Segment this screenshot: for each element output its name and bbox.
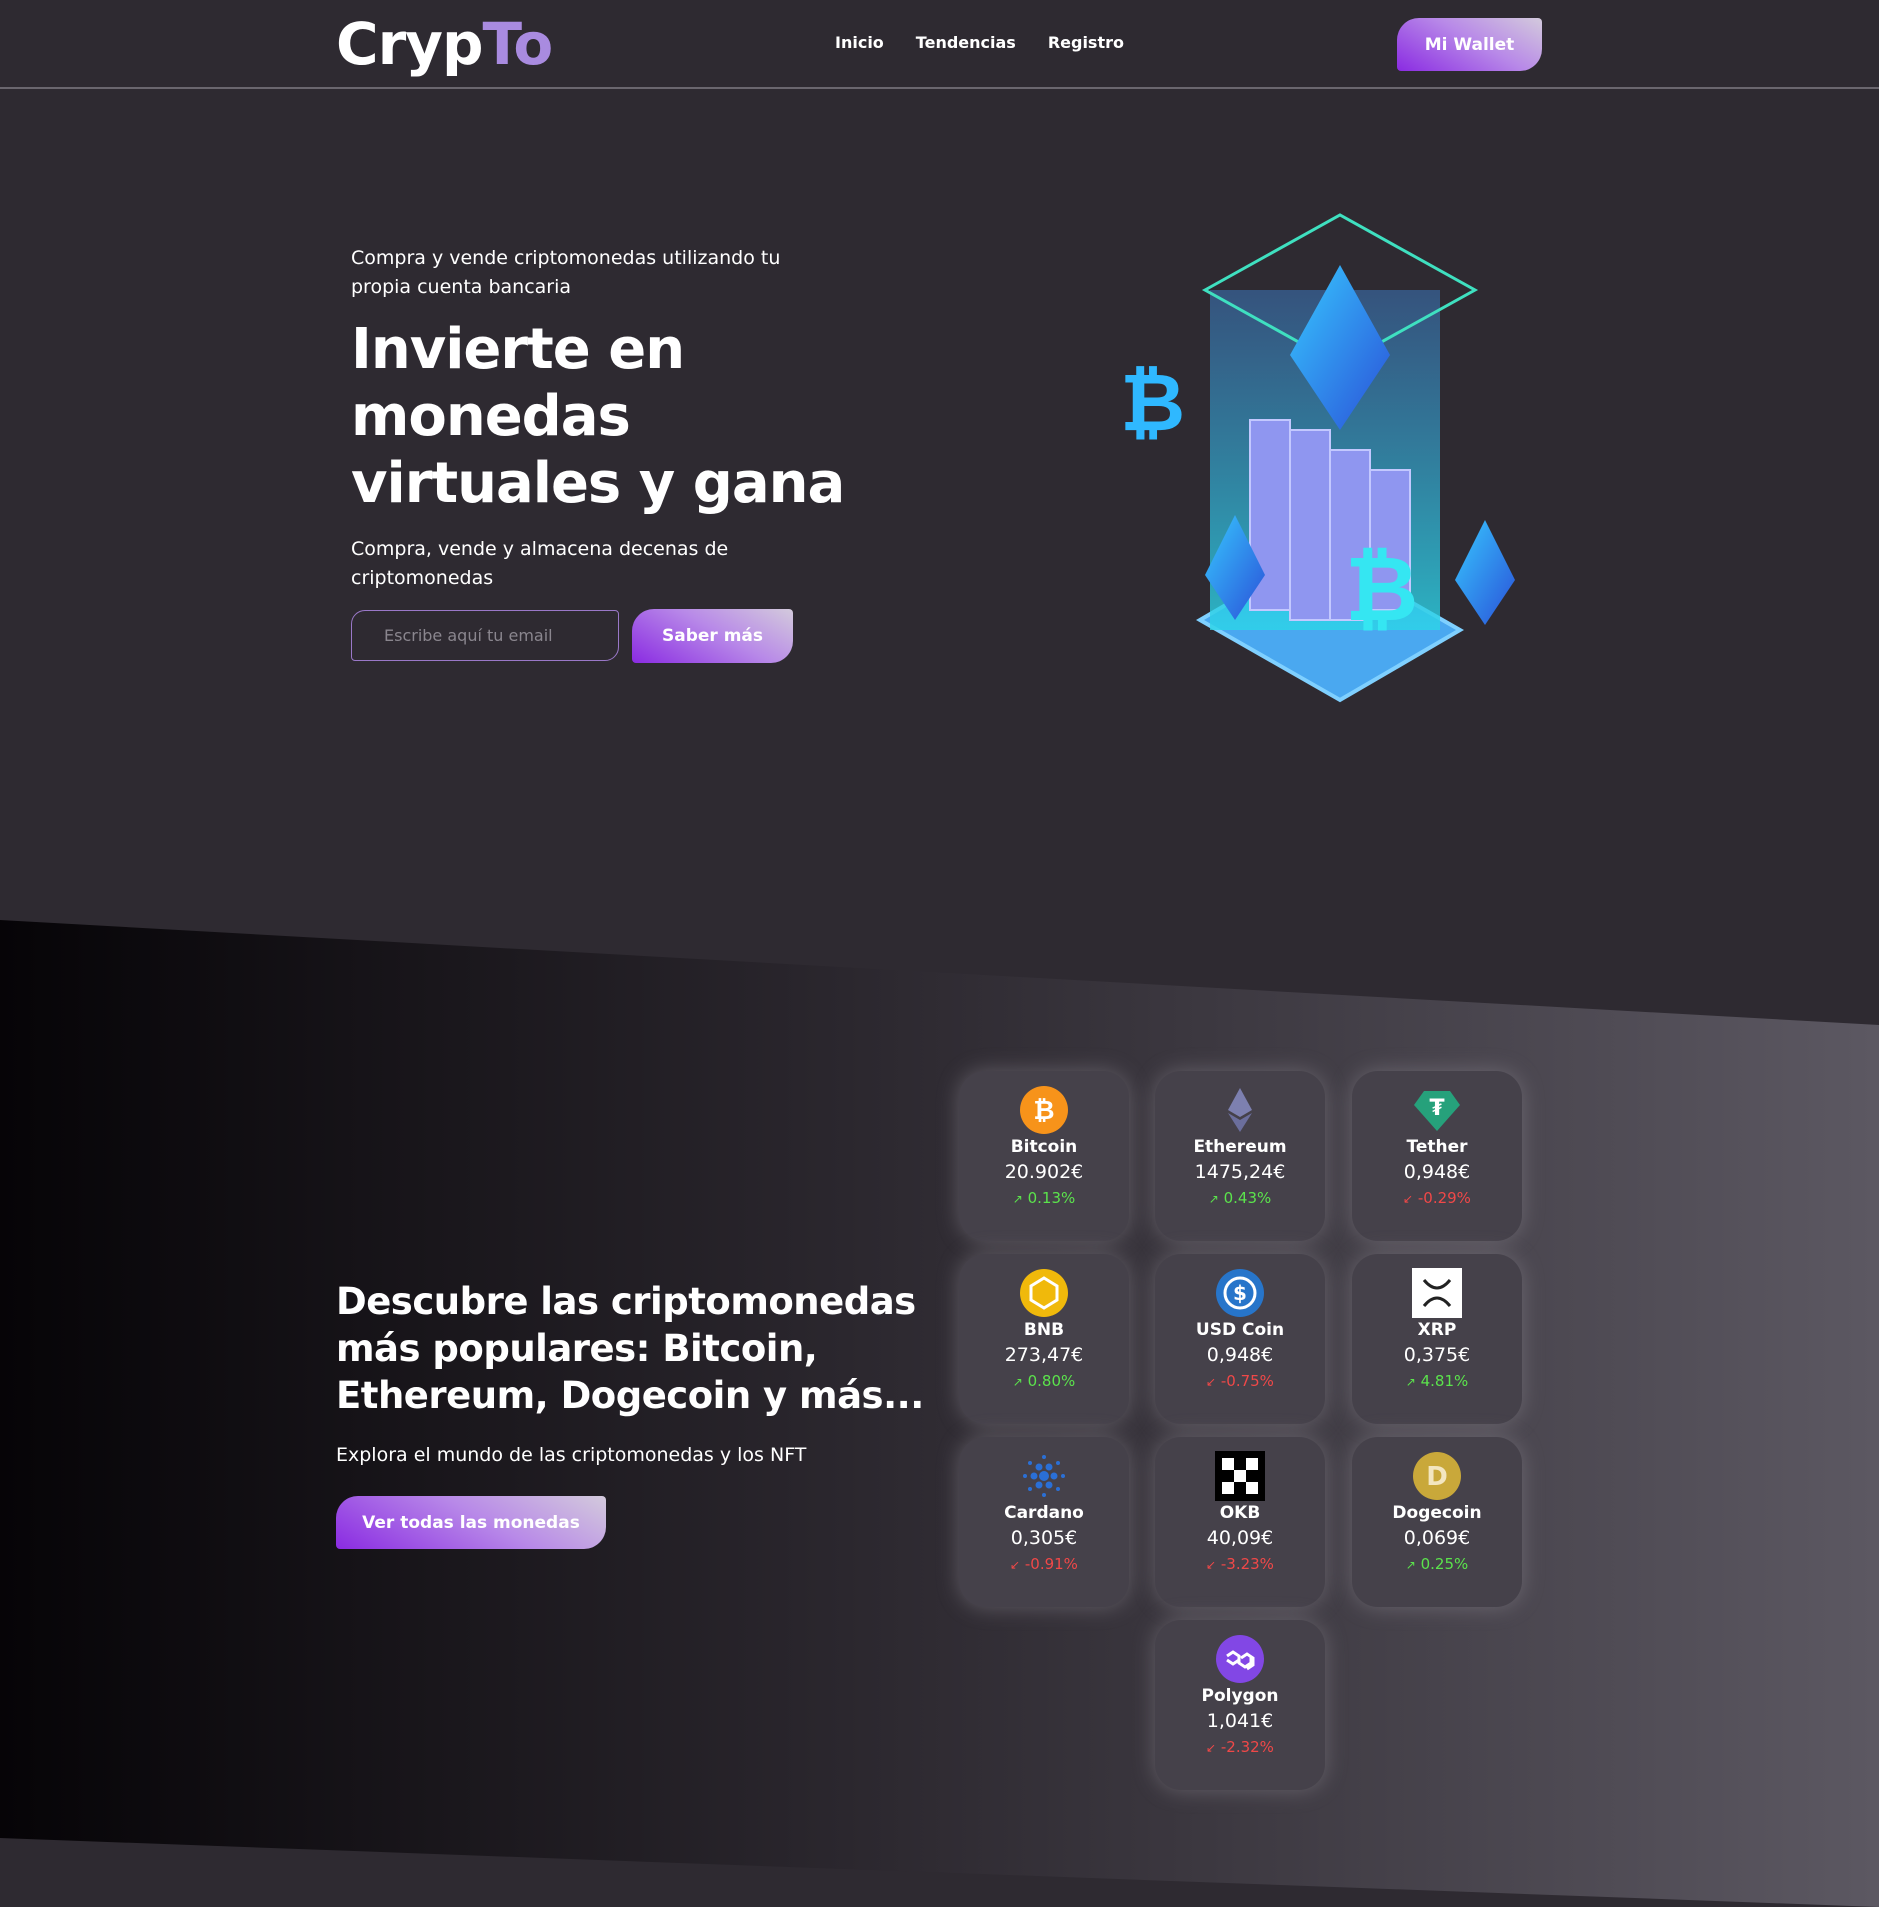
ethereum-icon bbox=[1228, 1088, 1252, 1132]
coin-price: 1475,24€ bbox=[1194, 1161, 1286, 1183]
coin-card-polygon[interactable]: Polygon 1,041€ ↙ -2.32% bbox=[1155, 1620, 1325, 1790]
coin-price: 0,305€ bbox=[1010, 1527, 1078, 1549]
logo-accent: To bbox=[482, 10, 554, 78]
cardano-icon bbox=[1023, 1455, 1065, 1497]
arrow-down-left-icon: ↙ bbox=[1010, 1558, 1021, 1572]
nav-inicio[interactable]: Inicio bbox=[835, 33, 884, 52]
main-nav: Inicio Tendencias Registro bbox=[835, 33, 1124, 52]
svg-text:₮: ₮ bbox=[1429, 1096, 1445, 1121]
popular-section-bg bbox=[0, 920, 1879, 1907]
coin-change: ↙ -0.29% bbox=[1352, 1189, 1522, 1207]
coin-name: Cardano bbox=[1004, 1503, 1084, 1523]
coin-change-value: 0.43% bbox=[1223, 1189, 1272, 1207]
coin-change: ↗ 0.43% bbox=[1155, 1189, 1325, 1207]
popular-text: Explora el mundo de las criptomonedas y … bbox=[336, 1444, 807, 1466]
coin-change-value: -2.32% bbox=[1220, 1738, 1274, 1756]
arrow-up-right-icon: ↗ bbox=[1012, 1375, 1023, 1389]
saber-mas-button[interactable]: Saber más bbox=[632, 609, 793, 663]
coin-price: 40,09€ bbox=[1206, 1527, 1274, 1549]
bitcoin-3d-icon: ₿ bbox=[1345, 537, 1418, 642]
coin-price: 0,069€ bbox=[1403, 1527, 1471, 1549]
nav-tendencias[interactable]: Tendencias bbox=[916, 33, 1016, 52]
coin-card-usd-coin[interactable]: $ USD Coin 0,948€ ↙ -0.75% bbox=[1155, 1254, 1325, 1424]
hero-subtitle: Compra y vende criptomonedas utilizando … bbox=[351, 247, 781, 298]
xrp-icon bbox=[1412, 1268, 1462, 1318]
coin-name: USD Coin bbox=[1195, 1320, 1285, 1340]
arrow-down-left-icon: ↙ bbox=[1206, 1741, 1217, 1755]
coin-change-value: 0.13% bbox=[1027, 1189, 1076, 1207]
arrow-up-right-icon: ↗ bbox=[1405, 1375, 1416, 1389]
coin-price: 0,948€ bbox=[1403, 1161, 1471, 1183]
coin-change-value: -0.75% bbox=[1220, 1372, 1274, 1390]
polygon-icon bbox=[1216, 1635, 1264, 1683]
coin-change: ↗ 4.81% bbox=[1352, 1372, 1522, 1390]
coin-card-cardano[interactable]: Cardano 0,305€ ↙ -0.91% bbox=[959, 1437, 1129, 1607]
coin-name: Bitcoin bbox=[1010, 1137, 1078, 1157]
dogecoin-icon: D bbox=[1413, 1452, 1461, 1500]
svg-text:₿: ₿ bbox=[1033, 1096, 1054, 1126]
coin-price: 0,948€ bbox=[1206, 1344, 1274, 1366]
coin-name: Dogecoin bbox=[1392, 1503, 1482, 1523]
coin-price: 0,375€ bbox=[1403, 1344, 1471, 1366]
coin-card-ethereum[interactable]: Ethereum 1475,24€ ↗ 0.43% bbox=[1155, 1071, 1325, 1241]
svg-text:D: D bbox=[1426, 1462, 1448, 1492]
coin-change-value: 0.25% bbox=[1420, 1555, 1469, 1573]
coin-card-dogecoin[interactable]: D Dogecoin 0,069€ ↗ 0.25% bbox=[1352, 1437, 1522, 1607]
tether-icon: ₮ bbox=[1414, 1091, 1460, 1131]
logo-text: Cryp bbox=[336, 10, 483, 78]
coin-change-value: 0.80% bbox=[1027, 1372, 1076, 1390]
hero-title: Invierte en monedas virtuales y gana bbox=[351, 317, 845, 516]
nav-registro[interactable]: Registro bbox=[1048, 33, 1124, 52]
coin-change: ↙ -0.75% bbox=[1155, 1372, 1325, 1390]
hero-text: Compra, vende y almacena decenas de crip… bbox=[351, 538, 729, 589]
logo[interactable]: CrypTo bbox=[336, 10, 554, 78]
usd-coin-icon: $ bbox=[1216, 1269, 1264, 1317]
coin-change: ↗ 0.13% bbox=[959, 1189, 1129, 1207]
coin-name: BNB bbox=[1023, 1320, 1065, 1340]
coin-name: XRP bbox=[1417, 1320, 1457, 1340]
arrow-up-right-icon: ↗ bbox=[1012, 1192, 1023, 1206]
coin-change-value: -0.29% bbox=[1417, 1189, 1471, 1207]
coin-change: ↙ -0.91% bbox=[959, 1555, 1129, 1573]
coin-card-tether[interactable]: ₮ Tether 0,948€ ↙ -0.29% bbox=[1352, 1071, 1522, 1241]
coin-card-okb[interactable]: OKB 40,09€ ↙ -3.23% bbox=[1155, 1437, 1325, 1607]
bitcoin-float-icon: ₿ bbox=[1120, 356, 1185, 449]
coin-change: ↙ -3.23% bbox=[1155, 1555, 1325, 1573]
site-header: CrypTo Inicio Tendencias Registro Mi Wal… bbox=[0, 0, 1879, 89]
arrow-down-left-icon: ↙ bbox=[1403, 1192, 1414, 1206]
arrow-down-left-icon: ↙ bbox=[1206, 1558, 1217, 1572]
coin-card-xrp[interactable]: XRP 0,375€ ↗ 4.81% bbox=[1352, 1254, 1522, 1424]
coin-card-bnb[interactable]: BNB 273,47€ ↗ 0.80% bbox=[959, 1254, 1129, 1424]
coin-name: Ethereum bbox=[1193, 1137, 1287, 1157]
coin-price: 273,47€ bbox=[1004, 1344, 1084, 1366]
coin-change-value: -3.23% bbox=[1220, 1555, 1274, 1573]
crypto-illustration: ₿ ₿ bbox=[1120, 213, 1515, 703]
svg-text:$: $ bbox=[1233, 1281, 1247, 1305]
coin-name: Polygon bbox=[1201, 1686, 1279, 1706]
bitcoin-icon: ₿ bbox=[1020, 1086, 1068, 1134]
okb-icon bbox=[1215, 1451, 1265, 1501]
popular-title: Descubre las criptomonedas más populares… bbox=[336, 1280, 924, 1417]
coin-change: ↙ -2.32% bbox=[1155, 1738, 1325, 1756]
wallet-button[interactable]: Mi Wallet bbox=[1397, 18, 1542, 71]
ver-monedas-button[interactable]: Ver todas las monedas bbox=[336, 1496, 606, 1549]
coin-card-bitcoin[interactable]: ₿ Bitcoin 20.902€ ↗ 0.13% bbox=[959, 1071, 1129, 1241]
bnb-icon bbox=[1020, 1269, 1068, 1317]
coin-change-value: -0.91% bbox=[1024, 1555, 1078, 1573]
coin-price: 20.902€ bbox=[1004, 1161, 1084, 1183]
coin-change: ↗ 0.80% bbox=[959, 1372, 1129, 1390]
arrow-down-left-icon: ↙ bbox=[1206, 1375, 1217, 1389]
arrow-up-right-icon: ↗ bbox=[1405, 1558, 1416, 1572]
coin-name: Tether bbox=[1406, 1137, 1468, 1157]
coin-change: ↗ 0.25% bbox=[1352, 1555, 1522, 1573]
coin-price: 1,041€ bbox=[1206, 1710, 1274, 1732]
arrow-up-right-icon: ↗ bbox=[1208, 1192, 1219, 1206]
email-input[interactable] bbox=[351, 610, 619, 661]
coin-change-value: 4.81% bbox=[1420, 1372, 1469, 1390]
coin-name: OKB bbox=[1219, 1503, 1261, 1523]
